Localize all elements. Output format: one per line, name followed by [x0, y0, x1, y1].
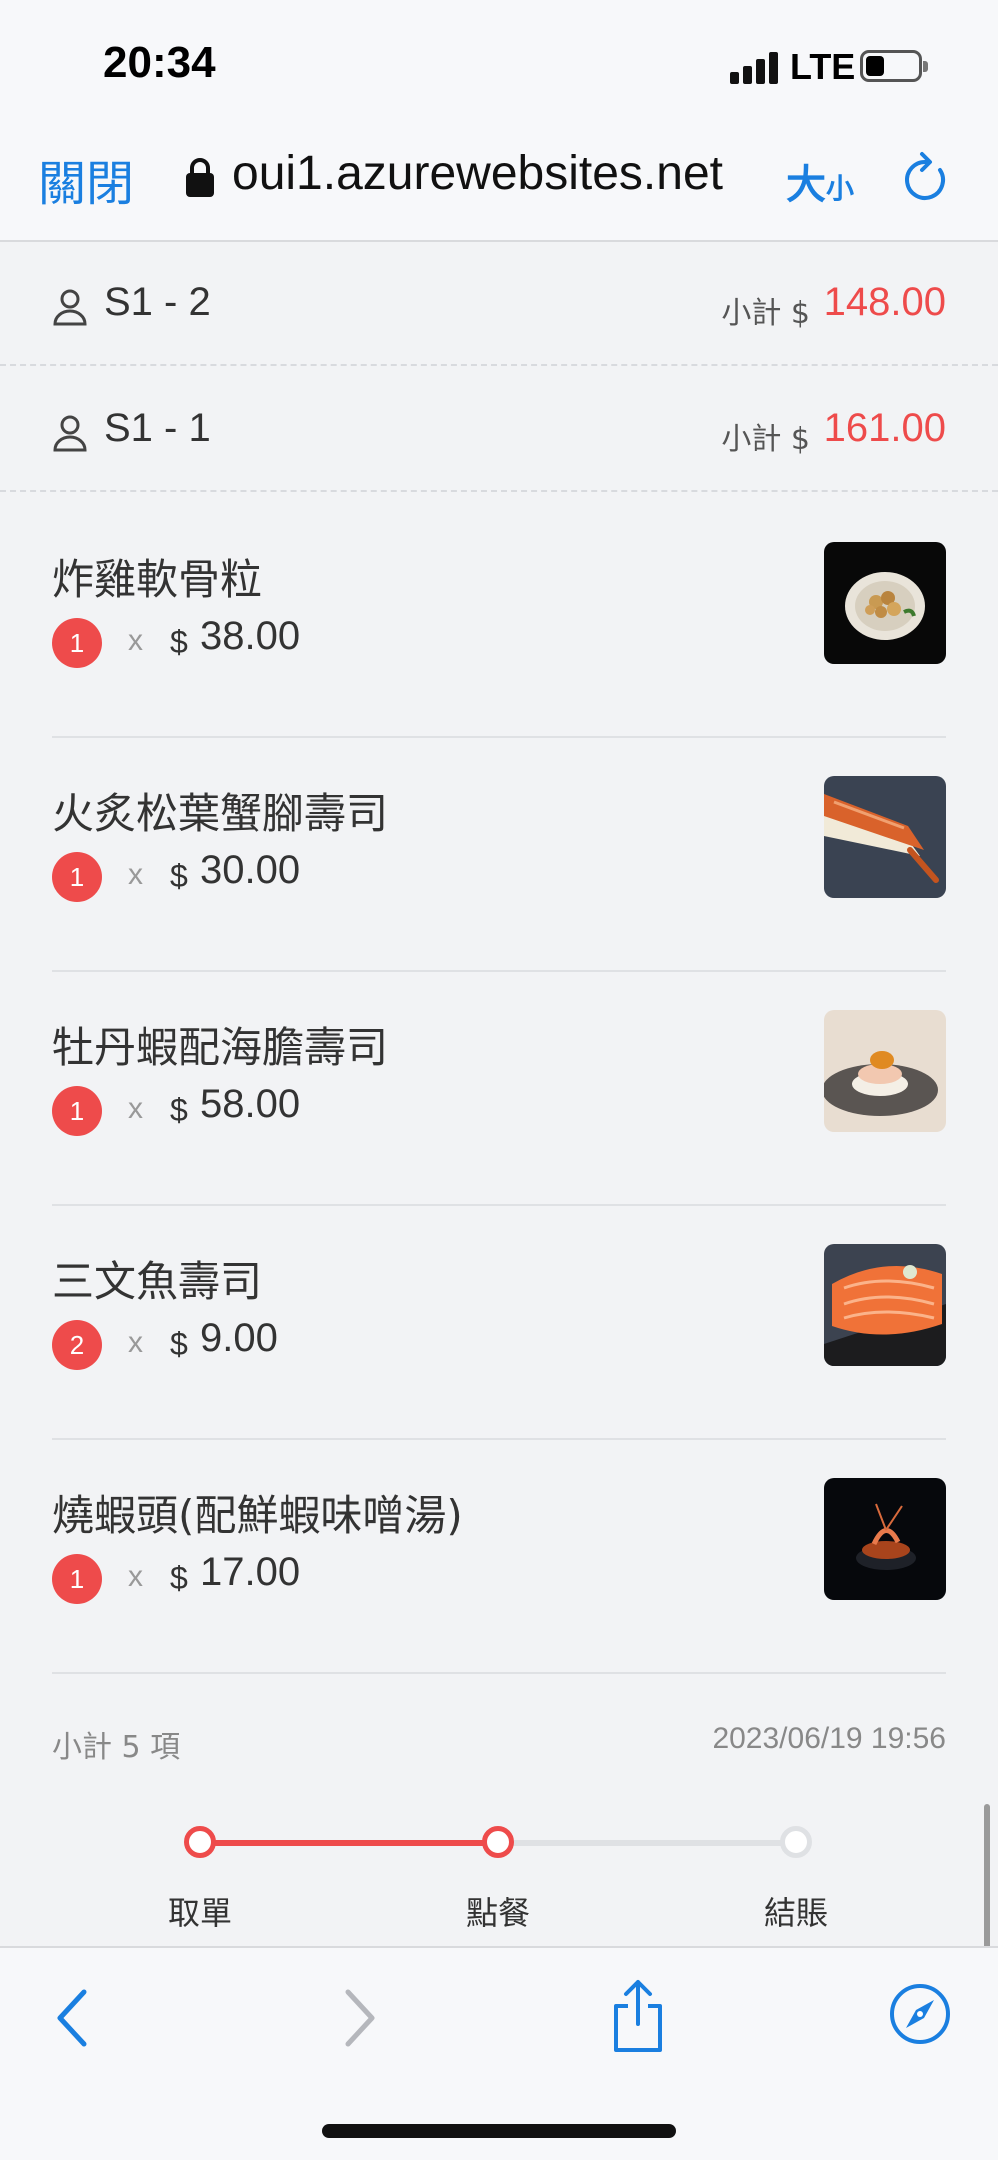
item-name: 三文魚壽司 — [52, 1257, 263, 1306]
text-size-big: 大 — [786, 162, 826, 208]
order-timestamp: 2023/06/19 19:56 — [712, 1722, 946, 1755]
step-label-pickup: 取單 — [167, 1894, 232, 1932]
currency-sign: $ — [170, 1326, 188, 1362]
item-price: 38.00 — [200, 614, 301, 658]
seat-name: S1 - 1 — [104, 406, 211, 450]
battery-icon — [860, 50, 928, 82]
compass-icon[interactable] — [888, 1982, 952, 2046]
reload-icon[interactable] — [900, 150, 952, 206]
seat-name: S1 - 2 — [104, 280, 211, 324]
grilled-shrimp-head-photo — [824, 1478, 946, 1600]
signal-icon — [730, 50, 780, 84]
step-label-checkout: 結賬 — [763, 1894, 828, 1932]
quantity-badge: 1 — [52, 1086, 102, 1136]
forward-icon[interactable] — [340, 1986, 380, 2050]
item-price: 30.00 — [200, 848, 301, 892]
currency-sign: $ — [170, 1560, 188, 1596]
status-time: 20:34 — [103, 38, 216, 87]
fried-chicken-cartilage-photo — [824, 542, 946, 664]
order-item[interactable]: 牡丹蝦配海膽壽司 1 x $ 58.00 — [52, 972, 946, 1206]
subtotal-label: 小計 $ — [721, 422, 810, 457]
seat-row[interactable]: S1 - 1 小計 $ 161.00 — [0, 368, 998, 492]
quantity-badge: 1 — [52, 852, 102, 902]
person-icon — [53, 289, 87, 326]
subtotal-label: 小計 $ — [721, 296, 810, 331]
crab-leg-sushi-photo — [824, 776, 946, 898]
order-item[interactable]: 炸雞軟骨粒 1 x $ 38.00 — [52, 504, 946, 738]
text-size-small: 小 — [826, 172, 855, 205]
times-sign: x — [128, 624, 143, 657]
progress-fill — [200, 1840, 498, 1846]
times-sign: x — [128, 1092, 143, 1125]
currency-sign: $ — [170, 624, 188, 660]
step-dot-pickup — [184, 1826, 216, 1858]
order-item[interactable]: 火炙松葉蟹腳壽司 1 x $ 30.00 — [52, 738, 946, 972]
item-price: 9.00 — [200, 1316, 278, 1360]
scrollbar[interactable] — [984, 1804, 990, 1946]
back-icon[interactable] — [52, 1986, 92, 2050]
lock-icon — [186, 158, 214, 197]
order-item[interactable]: 燒蝦頭(配鮮蝦味噌湯) 1 x $ 17.00 — [52, 1440, 946, 1674]
network-label: LTE — [790, 46, 856, 87]
order-content: S1 - 2 小計 $ 148.00 S1 - 1 小計 $ 161.00 炸雞… — [0, 242, 998, 1946]
salmon-sushi-photo — [824, 1244, 946, 1366]
currency-sign: $ — [170, 1092, 188, 1128]
step-label-order: 點餐 — [465, 1894, 530, 1932]
item-name: 炸雞軟骨粒 — [52, 555, 263, 604]
status-bar: 20:34 LTE — [0, 0, 998, 120]
item-name: 燒蝦頭(配鮮蝦味噌湯) — [52, 1491, 463, 1540]
summary-count: 小計 5 項 — [52, 1730, 181, 1765]
currency-sign: $ — [170, 858, 188, 894]
subtotal-amount: 148.00 — [823, 280, 946, 324]
order-item[interactable]: 三文魚壽司 2 x $ 9.00 — [52, 1206, 946, 1440]
seat-row[interactable]: S1 - 2 小計 $ 148.00 — [0, 242, 998, 366]
close-button[interactable]: 關閉 — [38, 144, 134, 214]
item-name: 牡丹蝦配海膽壽司 — [52, 1023, 389, 1072]
item-price: 58.00 — [200, 1082, 301, 1126]
person-icon — [53, 415, 87, 452]
subtotal-amount: 161.00 — [823, 406, 946, 450]
item-name: 火炙松葉蟹腳壽司 — [52, 789, 389, 838]
home-indicator — [322, 2124, 676, 2138]
share-icon[interactable] — [608, 1978, 668, 2054]
quantity-badge: 2 — [52, 1320, 102, 1370]
step-dot-order — [482, 1826, 514, 1858]
times-sign: x — [128, 858, 143, 891]
item-price: 17.00 — [200, 1550, 301, 1594]
browser-bar: 關閉 oui1.azurewebsites.net 大小 — [0, 120, 998, 242]
text-size-button[interactable]: 大小 — [786, 152, 854, 210]
botan-shrimp-uni-sushi-photo — [824, 1010, 946, 1132]
step-dot-checkout — [780, 1826, 812, 1858]
times-sign: x — [128, 1326, 143, 1359]
times-sign: x — [128, 1560, 143, 1593]
quantity-badge: 1 — [52, 1554, 102, 1604]
quantity-badge: 1 — [52, 618, 102, 668]
url-field[interactable]: oui1.azurewebsites.net — [232, 146, 752, 201]
